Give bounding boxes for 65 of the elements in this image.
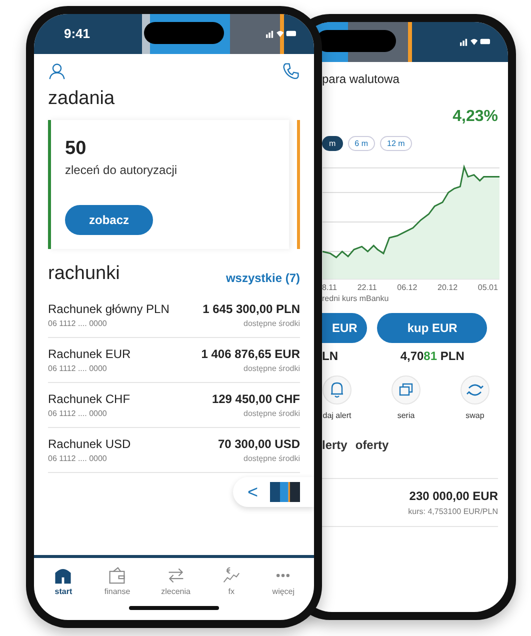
range-chip[interactable]: 12 m: [380, 136, 412, 151]
sell-button[interactable]: EUR: [322, 313, 368, 343]
account-balance: 1 406 876,65 EUR: [201, 347, 300, 361]
profile-icon[interactable]: [48, 62, 66, 80]
nav-tab[interactable]: fx: [217, 566, 246, 596]
switcher-pill[interactable]: <: [233, 477, 314, 507]
back-arrow[interactable]: <: [247, 482, 258, 502]
account-number: 06 1112 .... 0000: [48, 364, 108, 373]
color-stripe: [408, 22, 412, 62]
offer-rate: kurs: 4,753100 EUR/PLN: [408, 507, 498, 516]
account-number: 06 1112 .... 0000: [48, 319, 108, 328]
euro-chart-icon: [221, 566, 242, 584]
balance-caption: dostępne środki: [244, 454, 300, 463]
more-icon: [274, 572, 292, 578]
status-icons: [460, 37, 490, 46]
account-name[interactable]: Rachunek USD: [48, 437, 131, 451]
range-chip[interactable]: m: [322, 136, 343, 151]
balance-caption: dostępne środki: [244, 409, 300, 418]
nav-tab[interactable]: start: [49, 566, 78, 596]
task-count: 50: [65, 138, 88, 160]
account-name[interactable]: Rachunek główny PLN: [48, 302, 170, 316]
account-number: 06 1112 .... 0000: [48, 454, 108, 463]
all-accounts-link[interactable]: wszystkie (7): [226, 271, 300, 285]
axis-label: 22.11: [357, 283, 377, 292]
phone-icon[interactable]: [282, 62, 300, 80]
nav-tab[interactable]: finanse: [100, 566, 134, 596]
account-balance: 1 645 300,00 PLN: [202, 302, 300, 316]
axis-label: 06.12: [397, 283, 418, 292]
account-name[interactable]: Rachunek CHF: [48, 392, 130, 406]
pair-title: para walutowa: [322, 72, 400, 86]
account-balance: 129 450,00 CHF: [212, 392, 300, 406]
card-thumbnail-icon: [270, 481, 300, 503]
sell-rate: LN: [322, 349, 338, 363]
range-chip[interactable]: 6 m: [348, 136, 376, 151]
buy-rate: 4,7081 PLN: [400, 349, 464, 363]
section-title: zadania: [48, 88, 116, 110]
nav-tab[interactable]: zlecenia: [157, 566, 194, 596]
account-number: 06 1112 .... 0000: [48, 409, 108, 418]
axis-label: 20.12: [438, 283, 458, 292]
nav-tab[interactable]: więcej: [268, 566, 299, 596]
axis-label: 8.11: [322, 283, 337, 292]
buy-button[interactable]: kup EUR: [377, 313, 488, 343]
offer-amount: 230 000,00 EUR: [409, 489, 498, 503]
change-percent: 4,23%: [452, 108, 498, 126]
status-time: 9:41: [64, 26, 90, 41]
swap-icon[interactable]: [460, 375, 490, 405]
chart-caption: redni kurs mBanku: [322, 294, 390, 303]
action-label: daj alert: [322, 411, 352, 420]
action-label: seria: [397, 411, 415, 420]
tab[interactable]: oferty: [355, 438, 389, 452]
balance-caption: dostępne środki: [244, 364, 300, 373]
task-label: zleceń do autoryzacji: [65, 163, 178, 177]
wallet-icon: [107, 566, 128, 584]
stacked-squares-icon[interactable]: [391, 375, 421, 405]
tab[interactable]: lerty: [322, 438, 348, 452]
action-label: swap: [466, 411, 484, 420]
house-icon: [53, 566, 74, 584]
account-balance: 70 300,00 USD: [218, 437, 300, 451]
bell-icon[interactable]: [322, 375, 352, 405]
section-title: rachunki: [48, 263, 120, 285]
status-icons: [266, 29, 296, 38]
balance-caption: dostępne środki: [244, 319, 300, 328]
view-button[interactable]: zobacz: [65, 205, 154, 235]
account-name[interactable]: Rachunek EUR: [48, 347, 131, 361]
axis-label: 05.01: [478, 283, 498, 292]
